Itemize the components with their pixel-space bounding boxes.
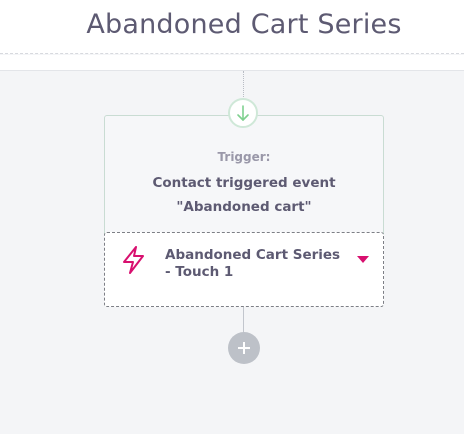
- lightning-icon: [123, 246, 144, 274]
- trigger-label: Trigger:: [217, 150, 271, 164]
- arrow-down-icon: [237, 105, 249, 121]
- dropdown-caret-icon[interactable]: [357, 256, 369, 263]
- action-step-name: Abandoned Cart Series: [165, 247, 341, 263]
- header-bar: Abandoned Cart Series: [0, 0, 464, 54]
- trigger-event-name: "Abandoned cart": [176, 199, 312, 215]
- toolbar-strip: [0, 55, 464, 71]
- trigger-entry-icon: [228, 98, 258, 128]
- action-step-touch: - Touch 1: [165, 264, 234, 280]
- trigger-description: Contact triggered event "Abandoned cart": [105, 171, 383, 219]
- connector-line-top: [243, 71, 244, 101]
- action-step-title: Abandoned Cart Series - Touch 1: [165, 247, 355, 281]
- action-step-card[interactable]: Abandoned Cart Series - Touch 1: [104, 232, 384, 307]
- workflow-page: Abandoned Cart Series Trigger: Contact t…: [0, 0, 464, 434]
- connector-line-bottom: [243, 307, 244, 334]
- page-title: Abandoned Cart Series: [86, 9, 402, 40]
- add-step-button[interactable]: [228, 332, 260, 364]
- trigger-event-text: Contact triggered event: [152, 175, 336, 191]
